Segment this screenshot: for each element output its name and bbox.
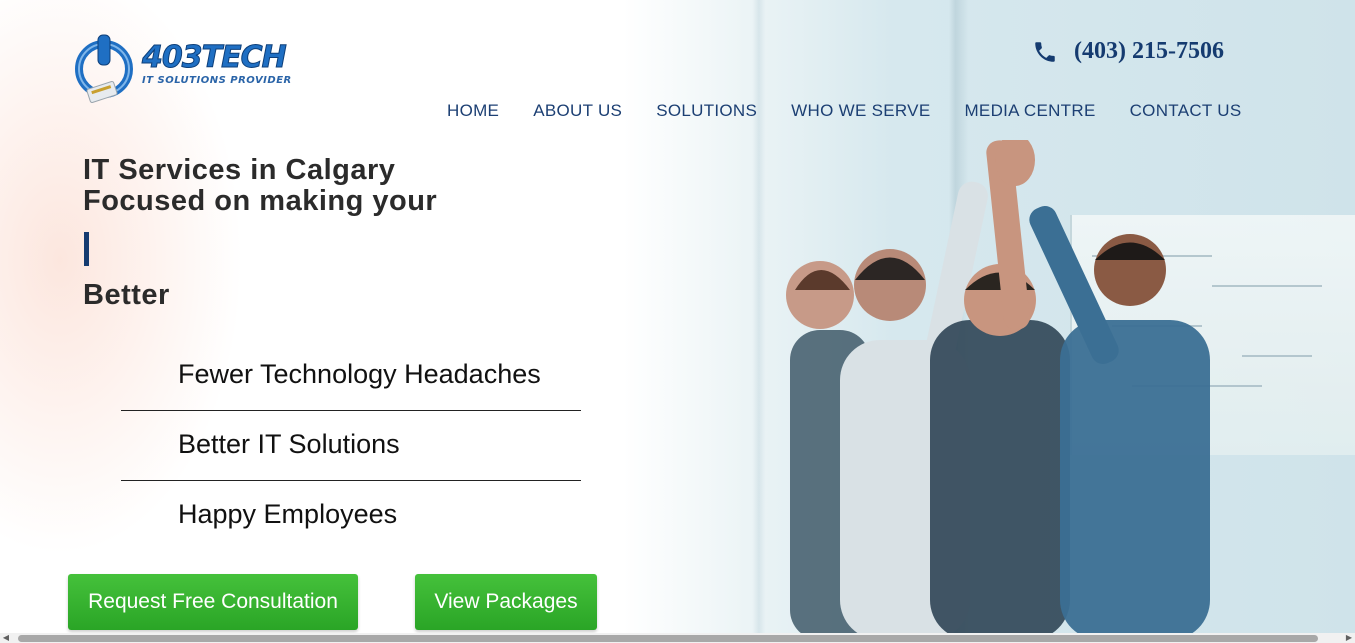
- benefit-item: Happy Employees: [178, 499, 398, 529]
- nav-item-home[interactable]: HOME: [430, 101, 516, 121]
- company-logo[interactable]: 403TECH IT SOLUTIONS PROVIDER: [74, 28, 314, 106]
- page: 403TECH IT SOLUTIONS PROVIDER (403) 215-…: [0, 0, 1355, 643]
- logo-wordmark: 403TECH: [142, 39, 288, 75]
- scroll-right-arrow-icon[interactable]: ▶: [1345, 634, 1353, 642]
- nav-item-about-us[interactable]: ABOUT US: [516, 101, 639, 121]
- view-packages-button[interactable]: View Packages: [415, 574, 597, 630]
- hero-headline: IT Services in Calgary Focused on making…: [83, 155, 437, 217]
- scrollbar-thumb[interactable]: [18, 635, 1318, 642]
- request-consultation-button[interactable]: Request Free Consultation: [68, 574, 358, 630]
- phone-icon: [1035, 41, 1055, 62]
- scroll-left-arrow-icon[interactable]: ◀: [2, 634, 10, 642]
- benefits-list: Fewer Technology Headaches Better IT Sol…: [121, 341, 581, 551]
- horizontal-scrollbar[interactable]: ◀ ▶: [0, 633, 1355, 643]
- nav-item-solutions[interactable]: SOLUTIONS: [639, 101, 774, 121]
- whiteboard-scribble: [1242, 355, 1312, 357]
- phone-number: (403) 215-7506: [1074, 38, 1224, 64]
- phone-contact[interactable]: (403) 215-7506: [1032, 38, 1224, 65]
- hero-rotating-word: Better: [83, 279, 170, 311]
- nav-item-media-centre[interactable]: MEDIA CENTRE: [947, 101, 1112, 121]
- benefit-item: Better IT Solutions: [121, 411, 581, 481]
- typing-caret: [84, 232, 89, 266]
- headline-line-2: Focused on making your: [83, 185, 438, 217]
- nav-item-contact-us[interactable]: CONTACT US: [1113, 101, 1259, 121]
- team-high-five-image: [786, 140, 1210, 640]
- headline-line-1: IT Services in Calgary: [83, 154, 396, 186]
- benefit-item: Fewer Technology Headaches: [121, 341, 581, 411]
- logo-tagline: IT SOLUTIONS PROVIDER: [142, 74, 292, 86]
- main-navigation: HOME ABOUT US SOLUTIONS WHO WE SERVE MED…: [430, 101, 1259, 121]
- power-button-logo-icon: [75, 34, 133, 103]
- nav-item-who-we-serve[interactable]: WHO WE SERVE: [774, 101, 947, 121]
